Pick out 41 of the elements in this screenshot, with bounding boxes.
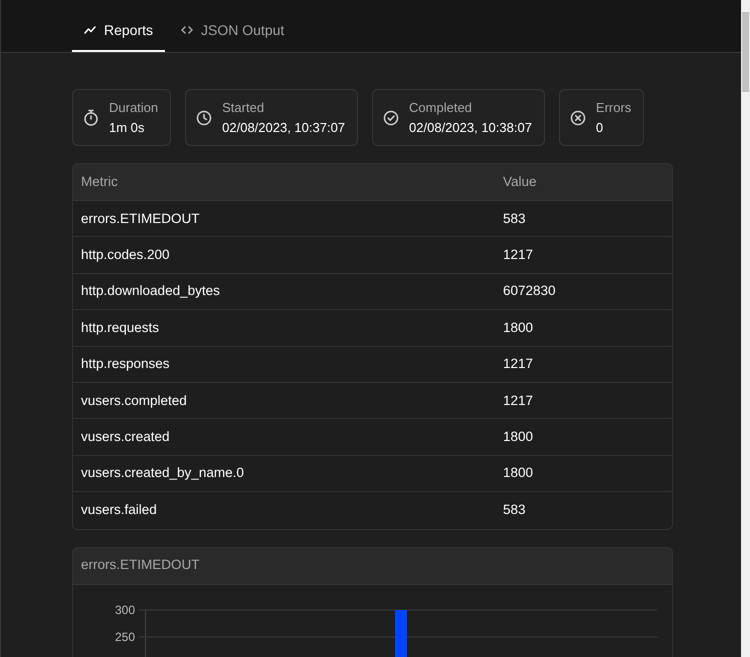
table-cell-text: http.codes.200 xyxy=(80,246,171,264)
column-header: Value xyxy=(503,172,538,191)
card-label: Duration xyxy=(109,98,158,116)
table-cell-text: errors.ETIMEDOUT xyxy=(80,210,201,228)
error-circle-icon xyxy=(570,110,586,126)
table-cell-text: 1800 xyxy=(503,318,534,337)
card-label: Completed xyxy=(409,98,473,117)
table-cell-text: 1217 xyxy=(503,246,534,264)
bar xyxy=(395,610,407,657)
scrollbar[interactable] xyxy=(741,0,750,657)
table-cell-text: 583 xyxy=(503,501,527,520)
chart-title: errors.ETIMEDOUT xyxy=(80,556,200,574)
table-cell-text: 6072830 xyxy=(503,282,557,300)
table-cell-text: 1800 xyxy=(503,428,534,446)
card-value: 02/08/2023, 10:38:07 xyxy=(409,118,532,136)
card-value: 1m 0s xyxy=(109,118,146,136)
check-circle-icon xyxy=(383,110,400,126)
table-cell-text: vusers.completed xyxy=(80,392,188,410)
clock-icon xyxy=(196,110,212,126)
table-cell-text: 1800 xyxy=(503,464,534,482)
table-cell-text: 1217 xyxy=(503,392,534,410)
card-label: Started xyxy=(222,98,266,116)
table-cell-text: vusers.created_by_name.0 xyxy=(80,464,245,482)
table-cell-text: http.downloaded_bytes xyxy=(80,282,221,300)
table-cell-text: 583 xyxy=(503,210,527,228)
table-cell-text: http.responses xyxy=(80,355,171,374)
card-value: 0 xyxy=(596,118,604,136)
code-icon xyxy=(181,25,194,35)
tab[interactable]: JSON Output xyxy=(169,14,296,52)
stopwatch-icon xyxy=(83,109,99,126)
tick-label: 300 xyxy=(114,602,135,617)
tick-label: 250 xyxy=(114,630,135,644)
tab[interactable]: Reports xyxy=(72,14,166,52)
table-cell-text: vusers.failed xyxy=(80,501,158,520)
card-label: Errors xyxy=(596,98,632,116)
column-header: Metric xyxy=(80,172,119,191)
table-cell-text: http.requests xyxy=(80,318,160,337)
table-cell-text: vusers.created xyxy=(80,428,171,446)
table-cell-text: 1217 xyxy=(503,355,534,374)
trend-line-icon xyxy=(84,25,96,35)
card-value: 02/08/2023, 10:37:07 xyxy=(222,118,346,136)
